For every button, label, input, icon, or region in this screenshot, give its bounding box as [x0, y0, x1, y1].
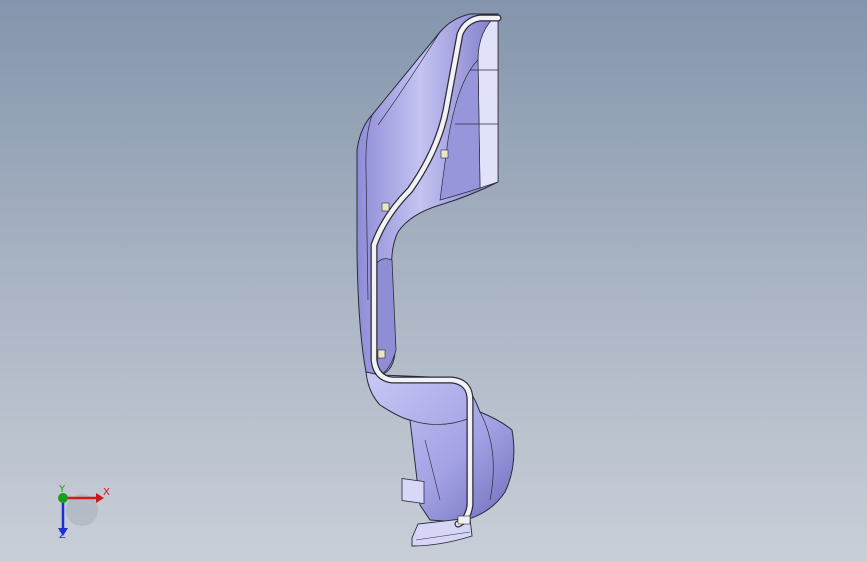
3d-model-part[interactable]	[0, 0, 867, 562]
mirror-face-panel	[477, 13, 499, 189]
z-axis-label: Z	[59, 530, 66, 541]
x-axis-label: X	[103, 487, 110, 498]
mount-bracket	[401, 478, 425, 505]
graphics-viewport[interactable]: X Y Z	[0, 0, 867, 562]
reference-triad	[58, 493, 104, 536]
y-axis-label: Y	[59, 484, 66, 495]
bolt	[457, 515, 471, 525]
bolt	[381, 202, 390, 212]
bolt	[377, 349, 386, 359]
bolt	[440, 149, 449, 159]
